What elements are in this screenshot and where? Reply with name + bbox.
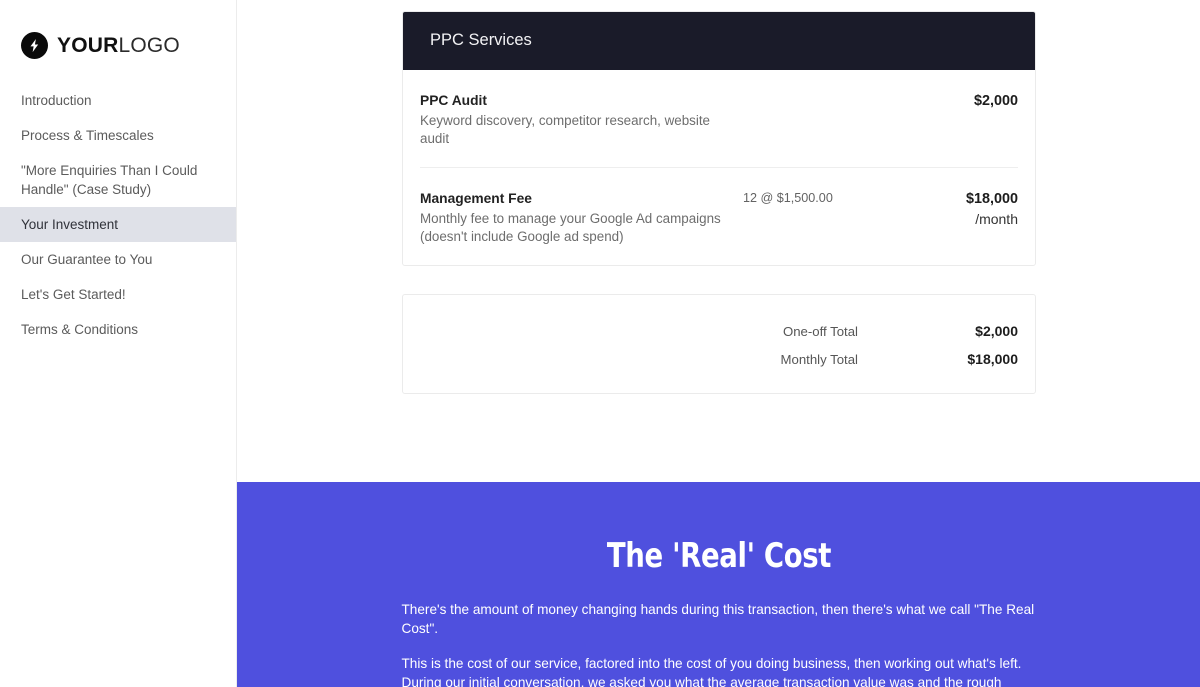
main-content: PPC Services PPC Audit Keyword discovery…	[237, 0, 1200, 687]
total-label: One-off Total	[782, 324, 858, 339]
line-item-description: Management Fee Monthly fee to manage you…	[420, 189, 728, 246]
sidebar-item-introduction[interactable]: Introduction	[0, 83, 236, 118]
real-cost-inner: The 'Real' Cost There's the amount of mo…	[402, 482, 1036, 687]
line-item-price-amount: $2,000	[973, 92, 1018, 109]
total-value: $2,000	[975, 323, 1018, 339]
line-item-price-suffix: /month	[975, 210, 1018, 227]
ppc-services-card-header: PPC Services	[403, 12, 1035, 70]
line-item-quantity: 12 @ $1,500.00	[743, 190, 833, 205]
proposal-page: YOURLOGO Introduction Process & Timescal…	[0, 0, 1200, 687]
lightning-bolt-icon	[21, 31, 48, 59]
ppc-services-title: PPC Services	[430, 31, 532, 49]
line-item-title: Management Fee	[420, 190, 532, 206]
total-row-monthly: Monthly Total $18,000	[420, 345, 1018, 373]
line-item-price-amount: $18,000	[965, 190, 1018, 207]
table-row: PPC Audit Keyword discovery, competitor …	[420, 70, 1018, 167]
real-cost-section: The 'Real' Cost There's the amount of mo…	[237, 482, 1200, 687]
total-label: Monthly Total	[780, 352, 858, 367]
sidebar-item-lets-get-started[interactable]: Let's Get Started!	[0, 277, 236, 312]
real-cost-heading: The 'Real' Cost	[606, 536, 831, 576]
brand-wordmark: YOURLOGO	[57, 35, 180, 56]
brand-logo[interactable]: YOURLOGO	[0, 0, 236, 62]
line-item-subtitle: Monthly fee to manage your Google Ad cam…	[420, 210, 721, 244]
line-item-description: PPC Audit Keyword discovery, competitor …	[420, 91, 728, 148]
sidebar-nav: Introduction Process & Timescales "More …	[0, 83, 236, 347]
real-cost-paragraph-1: There's the amount of money changing han…	[401, 602, 1035, 636]
brand-name-strong: YOUR	[57, 33, 119, 57]
sidebar-item-terms-conditions[interactable]: Terms & Conditions	[0, 312, 236, 347]
totals-card: One-off Total $2,000 Monthly Total $18,0…	[402, 294, 1036, 394]
table-row: Management Fee Monthly fee to manage you…	[420, 166, 1018, 265]
ppc-services-card: PPC Services PPC Audit Keyword discovery…	[402, 11, 1036, 266]
total-row-one-off: One-off Total $2,000	[420, 317, 1018, 345]
ppc-services-card-body: PPC Audit Keyword discovery, competitor …	[403, 70, 1035, 265]
total-value: $18,000	[967, 351, 1018, 367]
sidebar-item-our-guarantee[interactable]: Our Guarantee to You	[0, 242, 236, 277]
line-item-subtitle: Keyword discovery, competitor research, …	[420, 112, 710, 146]
sidebar-item-case-study[interactable]: "More Enquiries Than I Could Handle" (Ca…	[0, 153, 236, 207]
line-item-title: PPC Audit	[420, 92, 487, 108]
sidebar: YOURLOGO Introduction Process & Timescal…	[0, 0, 237, 687]
line-item-price: $2,000	[900, 91, 1018, 111]
real-cost-paragraph-2: This is the cost of our service, factore…	[401, 656, 1022, 687]
brand-name-light: LOGO	[118, 33, 180, 57]
sidebar-item-process-timescales[interactable]: Process & Timescales	[0, 118, 236, 153]
line-item-price: $18,000 /month	[900, 189, 1018, 229]
sidebar-item-your-investment[interactable]: Your Investment	[0, 207, 236, 242]
